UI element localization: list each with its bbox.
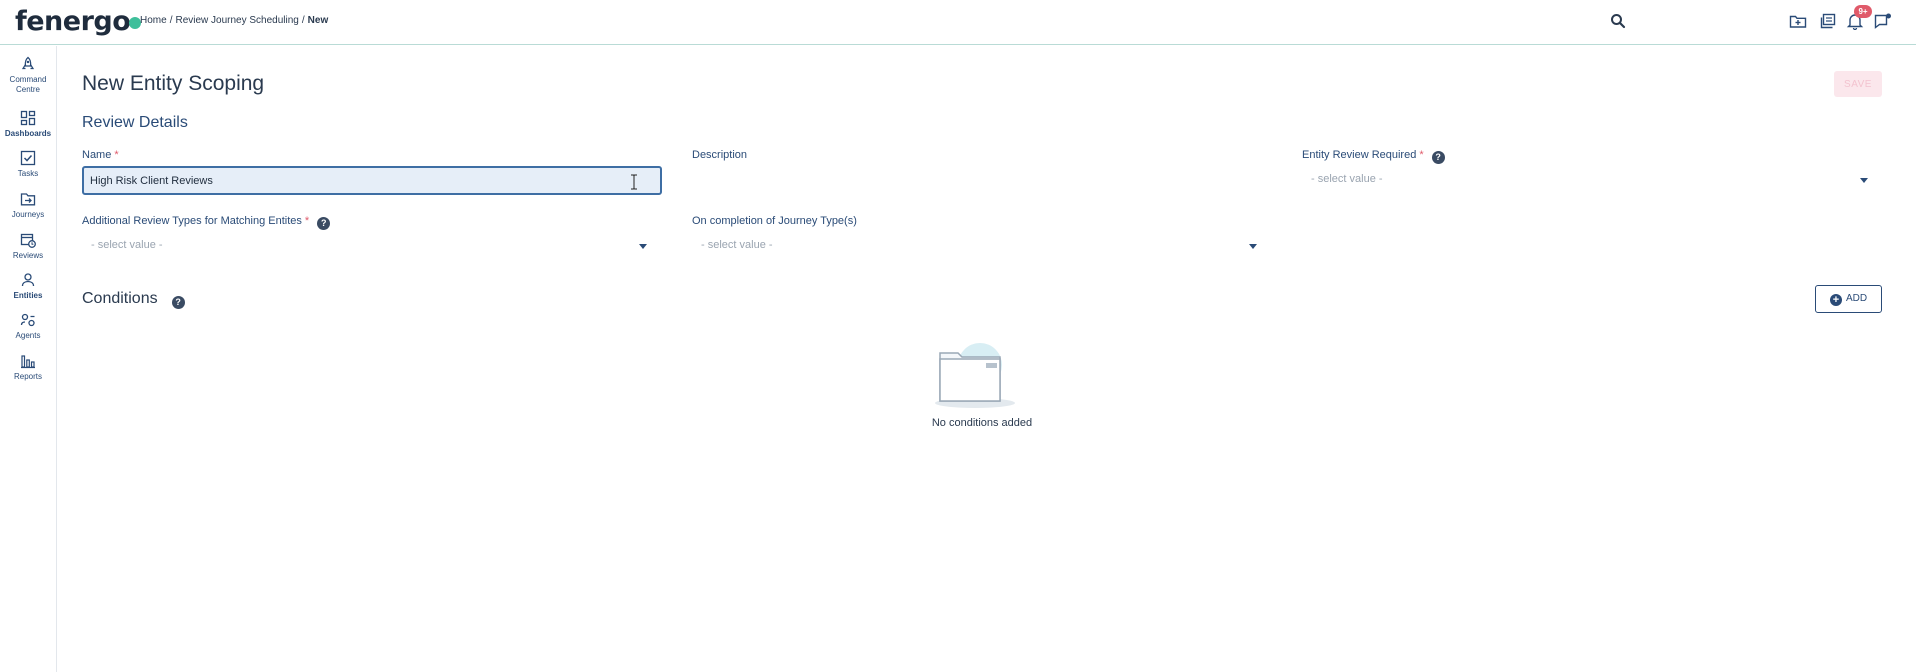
sidebar-item-dashboards[interactable]: Dashboards <box>0 110 56 139</box>
name-label-text: Name <box>82 149 112 161</box>
required-marker: * <box>114 149 119 161</box>
breadcrumb-current: New <box>307 15 329 26</box>
notification-badge: 9+ <box>1854 5 1872 18</box>
help-icon[interactable]: ? <box>1431 151 1445 164</box>
breadcrumb-separator: / <box>301 15 305 26</box>
name-label: Name * <box>82 149 119 161</box>
sidebar-item-entities[interactable]: Entities <box>0 272 56 301</box>
agents-icon <box>20 313 35 327</box>
sidebar-item-command-centre[interactable]: Command Centre <box>0 56 56 95</box>
help-icon[interactable]: ? <box>171 296 185 309</box>
sidebar-item-label: Entities <box>13 291 43 300</box>
on-completion-label: On completion of Journey Type(s) <box>692 215 857 227</box>
rocket-icon <box>21 56 35 70</box>
folder-arrow-icon <box>20 193 36 206</box>
chevron-down-icon <box>1860 178 1868 183</box>
bar-chart-icon <box>21 355 35 369</box>
empty-state-text: No conditions added <box>931 417 1033 429</box>
review-details-heading: Review Details <box>82 114 188 131</box>
add-button-label: ADD <box>1845 292 1868 304</box>
breadcrumb-review-journey-scheduling[interactable]: Review Journey Scheduling <box>175 15 298 26</box>
additional-review-types-label: Additional Review Types for Matching Ent… <box>82 215 331 230</box>
sidebar-item-label: Dashboards <box>4 129 52 138</box>
additional-review-types-select[interactable]: - select value - <box>82 233 653 259</box>
sidebar-item-journeys[interactable]: Journeys <box>0 191 56 220</box>
top-bar: fenergo Home / Review Journey Scheduling / N… <box>0 0 1916 45</box>
page-title: New Entity Scoping <box>82 72 265 95</box>
help-icon[interactable]: ? <box>317 217 331 230</box>
on-completion-select[interactable]: - select value - <box>692 233 1263 259</box>
sidebar-item-reviews[interactable]: Reviews <box>0 232 56 261</box>
add-condition-button[interactable]: + ADD <box>1815 285 1882 313</box>
required-marker: * <box>1419 149 1424 161</box>
sidebar-item-label: Reviews <box>12 251 44 260</box>
copy-icon[interactable] <box>1819 12 1837 30</box>
plus-circle-icon: + <box>1829 293 1842 306</box>
required-marker: * <box>304 215 310 227</box>
conditions-heading-text: Conditions <box>82 290 158 307</box>
entity-review-required-select[interactable]: - select value - <box>1302 167 1874 193</box>
sidebar: Command Centre Dashboards Tasks Journeys <box>0 46 57 672</box>
calendar-clock-icon <box>20 233 36 248</box>
conditions-heading: Conditions? <box>82 290 185 309</box>
sidebar-item-label: Agents <box>15 331 41 340</box>
chevron-down-icon <box>1249 244 1257 249</box>
select-placeholder: - select value - <box>1311 173 1383 185</box>
sidebar-item-label: Command Centre <box>9 75 47 94</box>
name-input[interactable] <box>82 166 662 195</box>
logo-text: fenergo <box>15 6 131 37</box>
entity-review-required-label: Entity Review Required *? <box>1302 149 1445 164</box>
checkbox-icon <box>20 150 36 166</box>
sidebar-item-reports[interactable]: Reports <box>0 353 56 382</box>
person-icon <box>21 273 35 287</box>
breadcrumb: Home / Review Journey Scheduling / New <box>140 15 328 26</box>
additional-review-types-label-text: Additional Review Types for Matching Ent… <box>82 215 302 227</box>
breadcrumb-home[interactable]: Home <box>140 15 167 26</box>
breadcrumb-separator: / <box>169 15 173 26</box>
chevron-down-icon <box>639 244 647 249</box>
sidebar-item-tasks[interactable]: Tasks <box>0 150 56 179</box>
select-placeholder: - select value - <box>701 239 773 251</box>
sidebar-item-label: Reports <box>13 372 42 381</box>
search-icon[interactable] <box>1610 13 1626 29</box>
description-label: Description <box>692 149 748 161</box>
message-icon[interactable] <box>1874 12 1892 30</box>
save-button[interactable]: SAVE <box>1834 71 1882 97</box>
dashboard-icon <box>20 110 36 126</box>
sidebar-item-label: Journeys <box>11 210 45 219</box>
select-placeholder: - select value - <box>91 239 163 251</box>
folder-add-icon[interactable] <box>1789 12 1807 30</box>
fenergo-logo[interactable]: fenergo <box>15 6 142 37</box>
sidebar-item-agents[interactable]: Agents <box>0 312 56 341</box>
empty-folder-icon <box>935 343 1015 408</box>
entity-review-required-label-text: Entity Review Required <box>1302 149 1417 161</box>
sidebar-item-label: Tasks <box>17 169 39 178</box>
